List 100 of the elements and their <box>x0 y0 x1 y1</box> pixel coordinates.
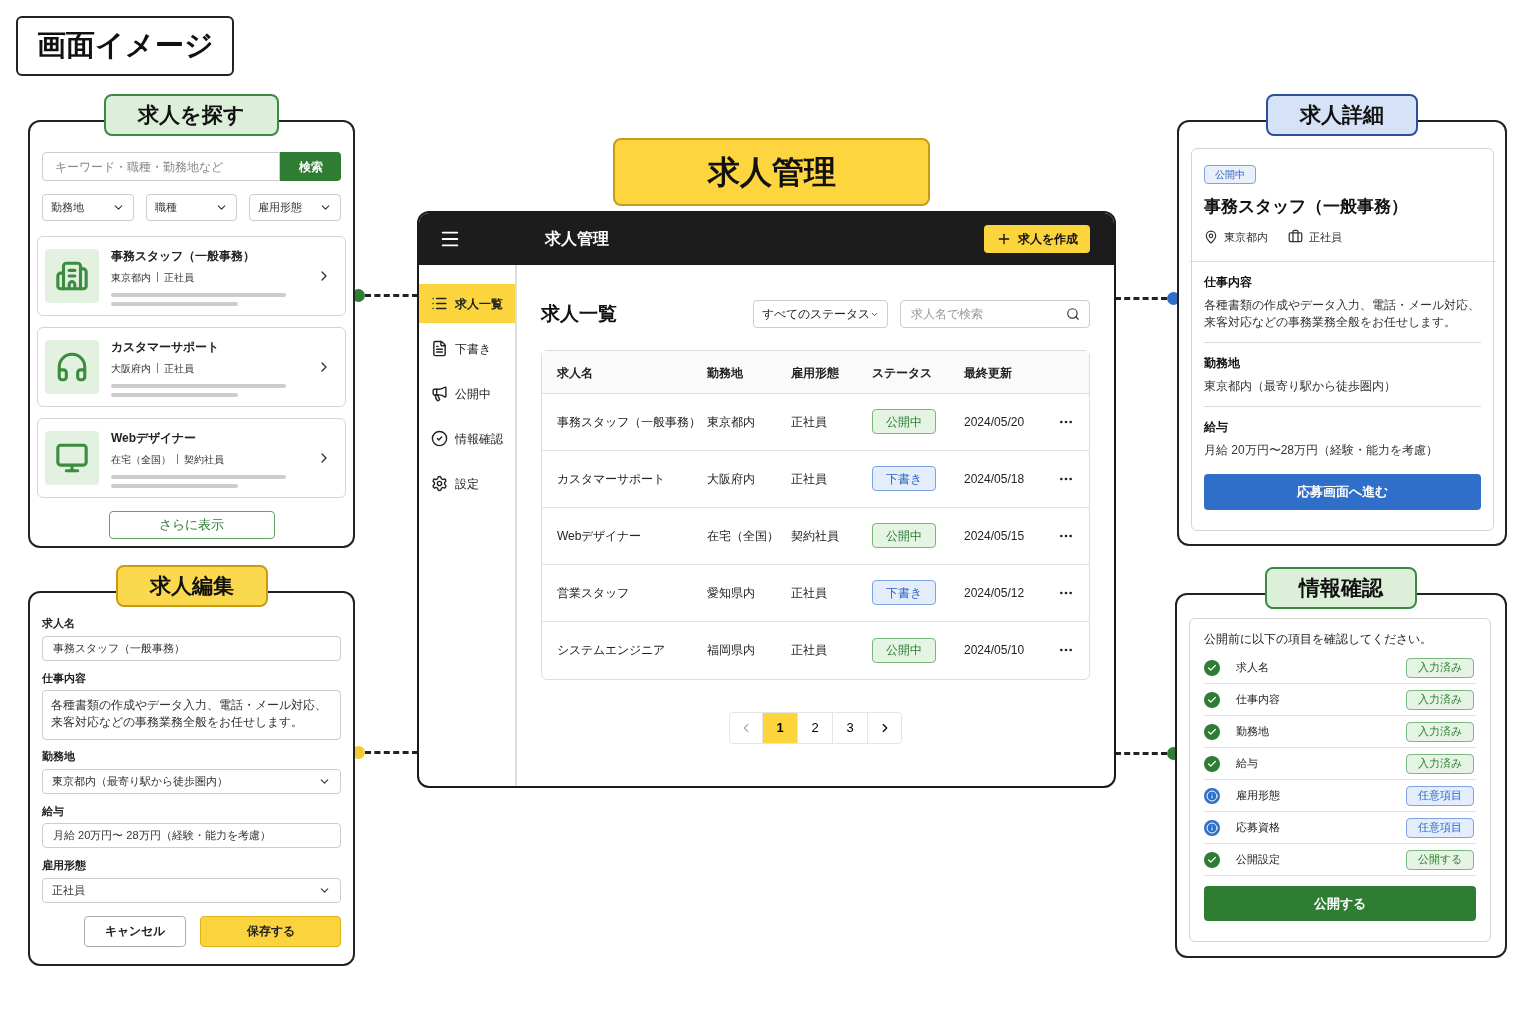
sidebar-item[interactable]: 情報確認 <box>419 419 515 458</box>
field-label: 給与 <box>42 803 65 819</box>
status-badge: 下書き <box>872 466 936 491</box>
status-badge: 入力済み <box>1406 721 1474 742</box>
table-cell: 正社員 <box>791 643 827 657</box>
filter-dropdown[interactable]: 勤務地 <box>42 194 134 221</box>
field-label: 勤務地 <box>42 749 76 764</box>
section-text: 各種書類の作成やデータ入力、電話・メール対応、 <box>1204 297 1480 314</box>
job-location: 大阪府内 <box>111 361 151 376</box>
job-title: カスタマーサポート <box>111 338 220 356</box>
table-cell: 正社員 <box>791 414 827 429</box>
filter-dropdown[interactable]: 職種 <box>145 194 238 221</box>
table-cell: 契約社員 <box>791 528 839 543</box>
list-icon <box>431 295 448 312</box>
sidebar-item[interactable]: 公開中 <box>419 374 515 413</box>
status-badge: 公開中 <box>872 523 936 548</box>
show-more-button[interactable]: さらに表示 <box>108 511 275 539</box>
diagram-title: 画面イメージ <box>16 16 234 76</box>
page-button[interactable]: 1 <box>763 712 798 743</box>
section-heading: 給与 <box>1204 419 1229 436</box>
keyword-field[interactable]: キーワード・職種・勤務地など <box>42 152 280 181</box>
select-field[interactable]: 正社員 <box>42 877 341 903</box>
job-employment: 正社員 <box>164 270 194 285</box>
section-heading: 勤務地 <box>1204 355 1241 372</box>
apply-button[interactable]: 応募画面へ進む <box>1204 474 1481 510</box>
app-title: 求人管理 <box>545 229 609 249</box>
column-header: 最終更新 <box>964 365 1012 380</box>
table-cell: 大阪府内 <box>707 471 755 486</box>
table-cell: 福岡県内 <box>707 643 755 657</box>
job-title: 事務スタッフ（一般事務） <box>1204 196 1409 218</box>
table-cell: 正社員 <box>791 471 827 486</box>
search-button[interactable]: 検索 <box>280 152 341 181</box>
status-badge: 公開する <box>1406 849 1474 870</box>
table-cell: 2024/05/15 <box>964 528 1025 543</box>
cancel-button[interactable]: キャンセル <box>84 915 186 947</box>
table-cell: 2024/05/10 <box>964 643 1025 657</box>
status-badge: 任意項目 <box>1406 785 1474 806</box>
table-cell: 2024/05/12 <box>964 585 1025 600</box>
sidebar-item[interactable]: 設定 <box>419 464 515 503</box>
sidebar-item[interactable]: 求人一覧 <box>419 284 515 323</box>
status-badge: 入力済み <box>1406 753 1474 774</box>
search-icon[interactable] <box>1066 307 1080 322</box>
status-badge: 入力済み <box>1406 689 1474 710</box>
status-badge: 入力済み <box>1406 657 1474 678</box>
status-badge: 任意項目 <box>1406 817 1474 838</box>
job-location: 東京都内 <box>111 270 151 285</box>
job-location: 在宅（全国） <box>111 452 171 467</box>
job-title: 事務スタッフ（一般事務） <box>111 247 256 265</box>
table-cell: 事務スタッフ（一般事務） <box>557 414 701 429</box>
status-badge: 下書き <box>872 580 936 605</box>
input-field[interactable]: 事務スタッフ（一般事務） <box>42 635 341 661</box>
section-text: 東京都内（最寄り駅から徒歩圏内） <box>1204 378 1396 395</box>
table-cell: 東京都内 <box>707 414 755 429</box>
building-icon <box>55 259 89 293</box>
search-field[interactable]: 求人名で検索 <box>900 300 1090 329</box>
sidebar-item[interactable]: 下書き <box>419 329 515 368</box>
job-title: Webデザイナー <box>111 429 198 447</box>
job-employment: 正社員 <box>164 361 194 376</box>
status-badge: 公開中 <box>872 637 936 663</box>
job-location: 東京都内 <box>1224 229 1268 245</box>
checklist-label: 応募資格 <box>1236 820 1280 836</box>
table-cell: 2024/05/20 <box>964 414 1025 429</box>
status-dropdown[interactable]: すべてのステータス <box>753 300 888 329</box>
section-text: 月給 20万円〜28万円（経験・能力を考慮） <box>1204 442 1439 459</box>
checklist-label: 仕事内容 <box>1236 692 1280 708</box>
table-cell: 正社員 <box>791 585 827 600</box>
publish-button[interactable]: 公開する <box>1204 886 1476 921</box>
text-area[interactable]: 各種書類の作成やデータ入力、電話・メール対応、 来客対応などの事務業務全般をお任せします。 <box>42 690 341 740</box>
table-cell: システムエンジニア <box>557 643 665 657</box>
briefcase-icon <box>1288 229 1303 245</box>
field-label: 雇用形態 <box>42 858 87 873</box>
table-cell: 在宅（全国） <box>707 528 779 543</box>
checklist-label: 勤務地 <box>1236 724 1269 740</box>
location-pin-icon <box>1204 229 1218 244</box>
check-circle-icon <box>431 430 448 447</box>
field-label: 仕事内容 <box>42 670 87 686</box>
settings-icon <box>431 475 448 492</box>
document-icon <box>431 340 448 357</box>
create-job-button[interactable]: 求人を作成 <box>984 225 1090 253</box>
checklist-label: 公開設定 <box>1236 852 1280 868</box>
job-card[interactable]: Webデザイナー 在宅（全国） 契約社員 <box>37 418 346 498</box>
section-text: 来客対応などの事務業務全般をお任せします。 <box>1204 314 1456 331</box>
table-cell: 愛知県内 <box>707 585 755 600</box>
save-button[interactable]: 保存する <box>200 915 341 947</box>
filter-dropdown[interactable]: 雇用形態 <box>249 194 341 221</box>
input-field[interactable]: 月給 20万円〜 28万円（経験・能力を考慮） <box>42 823 341 848</box>
monitor-icon <box>55 441 89 475</box>
checklist-label: 雇用形態 <box>1236 788 1280 804</box>
table-cell: 2024/05/18 <box>964 471 1025 486</box>
headset-icon <box>55 350 89 384</box>
job-card[interactable]: 事務スタッフ（一般事務） 東京都内 正社員 <box>37 236 346 316</box>
select-field[interactable]: 東京都内（最寄り駅から徒歩圏内） <box>42 768 341 794</box>
status-badge: 公開中 <box>872 409 936 434</box>
field-label: 求人名 <box>42 616 76 631</box>
confirm-intro: 公開前に以下の項目を確認してください。 <box>1204 631 1432 648</box>
checklist-label: 求人名 <box>1236 660 1269 676</box>
plus-icon <box>996 231 1012 247</box>
job-card[interactable]: カスタマーサポート 大阪府内 正社員 <box>37 327 346 407</box>
column-header: 求人名 <box>557 365 593 380</box>
megaphone-icon <box>431 385 448 402</box>
